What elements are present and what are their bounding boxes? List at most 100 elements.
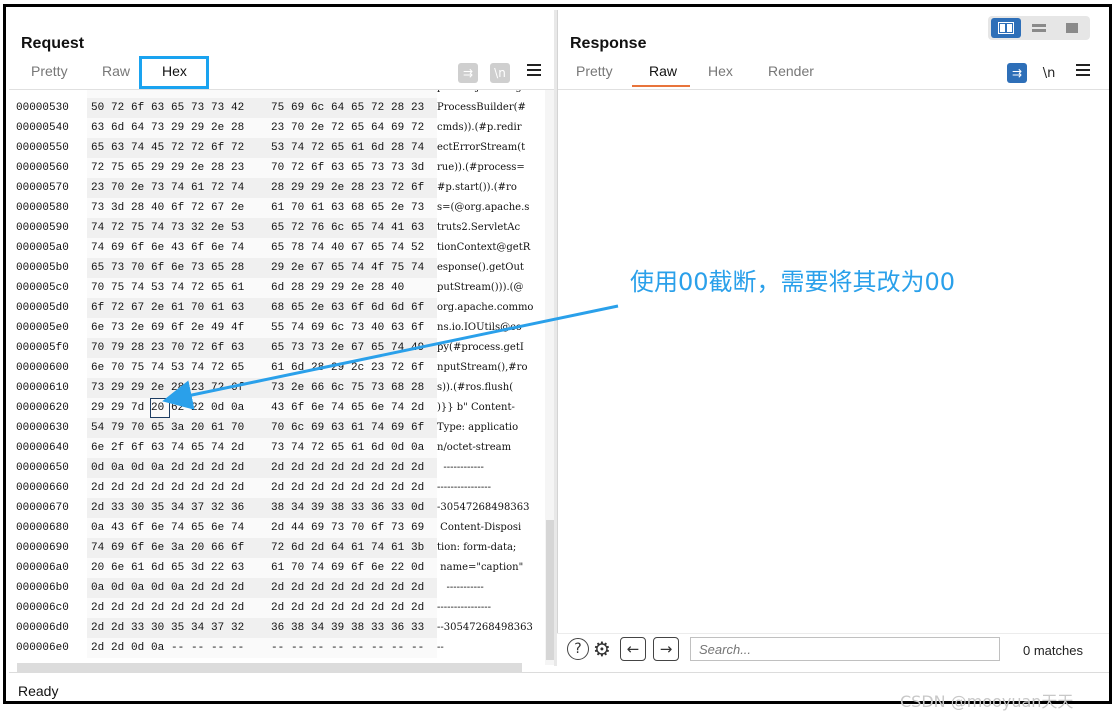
hex-byte[interactable]: 6e (211, 242, 229, 254)
hex-byte[interactable]: 53 (171, 362, 189, 374)
hex-byte[interactable]: 2d (391, 602, 409, 614)
layout-side-by-side-icon[interactable] (991, 18, 1021, 38)
hex-byte[interactable]: 72 (391, 182, 409, 194)
hex-byte[interactable]: 39 (311, 502, 329, 514)
hex-byte[interactable]: 37 (191, 502, 209, 514)
hex-byte[interactable]: 70 (131, 262, 149, 274)
hex-byte[interactable]: 72 (311, 442, 329, 454)
hex-byte[interactable]: 3a (171, 422, 189, 434)
hex-row[interactable]: 00000560 72 75 65 29 29 2e 28 23 70 72 6f 63 65 73 73 3d… (9, 158, 539, 178)
hex-byte[interactable]: 69 (311, 522, 329, 534)
hex-byte[interactable]: 67 (351, 242, 369, 254)
hex-byte[interactable]: 34 (291, 502, 309, 514)
hex-byte[interactable]: 40 (371, 322, 389, 334)
hex-byte[interactable]: 61 (351, 442, 369, 454)
hex-byte[interactable]: 74 (311, 242, 329, 254)
hex-byte[interactable]: 61 (271, 562, 289, 574)
hex-byte[interactable]: 65 (171, 102, 189, 114)
arrow-left-icon[interactable]: ← (620, 637, 646, 661)
hex-byte[interactable]: 70 (271, 162, 289, 174)
hex-byte[interactable]: 28 (231, 262, 249, 274)
hex-byte[interactable]: 6e (111, 562, 129, 574)
hex-byte[interactable]: 34 (191, 622, 209, 634)
hex-byte[interactable]: 2d (291, 602, 309, 614)
hex-byte[interactable]: 69 (111, 242, 129, 254)
hex-byte[interactable]: 65 (211, 282, 229, 294)
hex-row[interactable]: 00000640 6e 2f 6f 63 74 65 74 2d 73 74 72 65 61 6d 0d 0a… (9, 438, 539, 458)
hex-byte[interactable]: 73 (391, 162, 409, 174)
hex-byte[interactable]: 28 (271, 182, 289, 194)
hex-byte[interactable]: -- (211, 642, 229, 654)
newline-toggle[interactable]: \n (1039, 63, 1059, 83)
hex-byte[interactable]: 65 (291, 302, 309, 314)
hex-byte[interactable]: 61 (351, 422, 369, 434)
hex-byte[interactable]: 75 (131, 362, 149, 374)
hex-byte[interactable]: 2d (411, 582, 429, 594)
hex-byte[interactable]: 2d (111, 622, 129, 634)
hex-row[interactable]: 00000690 74 69 6f 6e 3a 20 66 6f 72 6d 2d 64 61 74 61 3b… (9, 538, 539, 558)
hex-byte[interactable]: 3d (411, 162, 429, 174)
hex-byte[interactable]: 44 (291, 522, 309, 534)
hex-byte[interactable]: 65 (191, 522, 209, 534)
hex-byte[interactable]: 2c (351, 362, 369, 374)
hex-row[interactable]: 000005b0 65 73 70 6f 6e 73 65 28 29 2e 67 65 74 4f 75 74… (9, 258, 539, 278)
hex-byte[interactable]: 63 (231, 562, 249, 574)
hex-byte[interactable]: 61 (211, 302, 229, 314)
hex-byte[interactable]: 23 (411, 102, 429, 114)
hex-byte[interactable]: 65 (211, 262, 229, 274)
hex-byte[interactable]: 2d (371, 482, 389, 494)
hex-byte[interactable]: 6f (311, 162, 329, 174)
hex-byte[interactable]: 76 (271, 90, 289, 94)
hex-byte[interactable]: 3b (411, 542, 429, 554)
wrap-lines-icon[interactable]: ⇉ (1007, 63, 1027, 83)
hex-byte[interactable]: 65 (371, 242, 389, 254)
hex-byte[interactable]: 6e (371, 402, 389, 414)
hex-byte[interactable]: 69 (151, 322, 169, 334)
hex-byte[interactable]: 2e (231, 202, 249, 214)
hex-byte[interactable]: 65 (371, 342, 389, 354)
hex-byte[interactable]: 63 (331, 302, 349, 314)
hex-byte[interactable]: -- (291, 642, 309, 654)
hex-byte[interactable]: 6c (331, 382, 349, 394)
hex-byte[interactable]: 0d (151, 582, 169, 594)
hex-byte[interactable]: 73 (411, 202, 429, 214)
hex-byte[interactable]: 65 (191, 442, 209, 454)
hex-row[interactable]: 00000530 50 72 6f 63 65 73 73 42 75 69 6c 64 65 72 28 23… (9, 98, 539, 118)
hex-byte[interactable]: 2d (351, 462, 369, 474)
hex-byte[interactable]: 28 (211, 162, 229, 174)
tab-response-raw[interactable]: Raw (649, 63, 677, 79)
hex-byte[interactable]: 73 (171, 222, 189, 234)
hex-byte[interactable]: 69 (311, 322, 329, 334)
hex-byte[interactable]: 2d (371, 462, 389, 474)
hex-byte[interactable]: 6f (411, 322, 429, 334)
hex-byte[interactable]: 70 (291, 122, 309, 134)
hex-byte[interactable]: 2d (291, 462, 309, 474)
hex-byte[interactable]: 53 (231, 222, 249, 234)
hex-byte[interactable]: 53 (151, 282, 169, 294)
layout-single-icon[interactable] (1057, 18, 1087, 38)
hex-byte[interactable]: 73 (151, 182, 169, 194)
hex-byte[interactable]: 53 (271, 142, 289, 154)
hex-byte[interactable]: 2d (271, 522, 289, 534)
wrap-lines-icon[interactable]: ⇉ (458, 63, 478, 83)
hex-byte[interactable]: 68 (351, 202, 369, 214)
hex-byte[interactable]: 64 (331, 102, 349, 114)
hex-byte[interactable]: 73 (91, 202, 109, 214)
hex-byte[interactable]: 6f (131, 242, 149, 254)
hex-byte[interactable]: 74 (211, 442, 229, 454)
hex-byte[interactable]: 2d (211, 602, 229, 614)
hex-byte[interactable]: 73 (371, 162, 389, 174)
hex-byte[interactable]: 74 (411, 262, 429, 274)
hex-byte[interactable]: 0a (151, 642, 169, 654)
hex-byte[interactable]: 63 (411, 222, 429, 234)
hex-byte[interactable]: 61 (131, 562, 149, 574)
hex-byte[interactable]: 6f (231, 382, 249, 394)
hex-byte[interactable]: 75 (131, 222, 149, 234)
hex-byte[interactable]: 6f (411, 182, 429, 194)
hex-byte[interactable]: 30 (131, 502, 149, 514)
hex-byte[interactable]: 65 (331, 262, 349, 274)
hex-byte[interactable]: 0a (231, 402, 249, 414)
hex-byte[interactable]: 29 (131, 382, 149, 394)
hex-row[interactable]: 000005e0 6e 73 2e 69 6f 2e 49 4f 55 74 69 6c 73 40 63 6f… (9, 318, 539, 338)
hex-byte[interactable]: 74 (231, 182, 249, 194)
